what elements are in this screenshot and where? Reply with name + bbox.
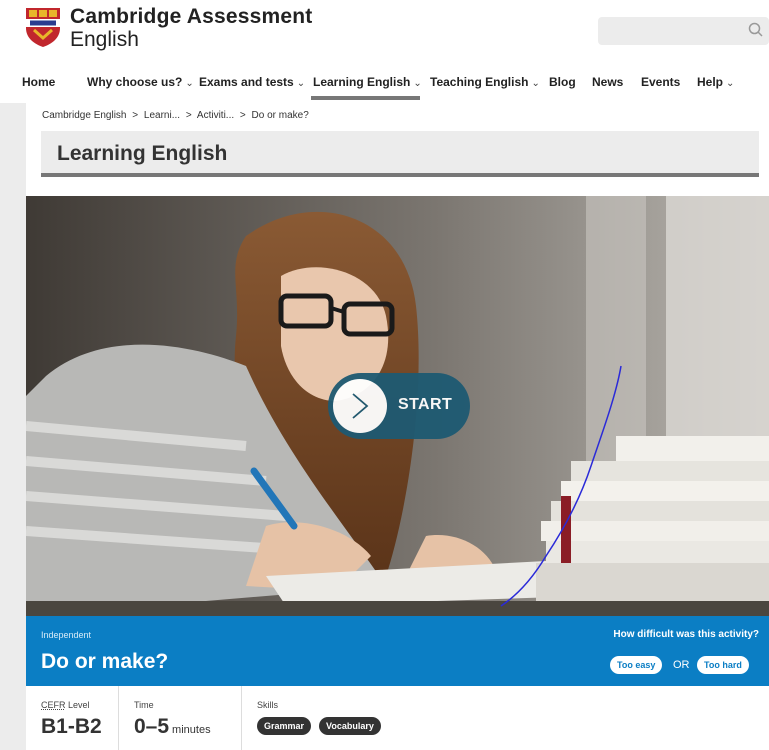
search-input[interactable] xyxy=(598,17,769,45)
hero-image[interactable]: START xyxy=(26,196,769,616)
too-easy-button[interactable]: Too easy xyxy=(610,656,663,674)
chevron-down-icon: ⌄ xyxy=(296,78,306,89)
start-circle xyxy=(333,379,387,433)
skill-tag-grammar[interactable]: Grammar xyxy=(257,717,312,735)
start-button[interactable]: START xyxy=(328,373,470,439)
cefr-value: B1-B2 xyxy=(41,715,102,738)
start-label: START xyxy=(398,396,453,413)
nav-events[interactable]: Events xyxy=(641,74,680,100)
nav-active-indicator xyxy=(311,96,420,100)
nav-why-choose-us[interactable]: Why choose us? ⌄ xyxy=(87,74,194,100)
site-logo[interactable]: Cambridge Assessment English xyxy=(24,6,312,50)
chevron-down-icon: ⌄ xyxy=(531,78,540,89)
cefr-level: CEFR Level B1-B2 xyxy=(26,686,119,750)
nav-exams-and-tests[interactable]: Exams and tests ⌄ xyxy=(199,74,305,100)
too-hard-button[interactable]: Too hard xyxy=(697,656,749,674)
nav-help[interactable]: Help ⌄ xyxy=(697,74,734,100)
skill-tag-vocabulary[interactable]: Vocabulary xyxy=(319,717,381,735)
activity-meta: CEFR Level B1-B2 Time 0–5 minutes Skills … xyxy=(26,686,769,750)
breadcrumb-link[interactable]: Cambridge English xyxy=(42,110,127,121)
section-header: Learning English xyxy=(41,131,759,177)
breadcrumb: Cambridge English > Learni... > Activiti… xyxy=(42,110,309,121)
breadcrumb-link[interactable]: Activiti... xyxy=(197,110,234,121)
nav-home[interactable]: Home xyxy=(22,74,55,100)
cambridge-shield-icon xyxy=(26,8,60,47)
activity-title: Do or make? xyxy=(41,650,169,673)
breadcrumb-link[interactable]: Learni... xyxy=(144,110,180,121)
difficulty-question: How difficult was this activity? xyxy=(613,629,759,640)
breadcrumb-current: Do or make? xyxy=(251,110,309,121)
logo-subtitle: English xyxy=(70,28,139,51)
cefr-abbr: CEFR xyxy=(41,700,66,710)
or-label: OR xyxy=(673,659,690,671)
nav-teaching-english[interactable]: Teaching English ⌄ xyxy=(430,74,540,100)
time-value: 0–5 minutes xyxy=(134,715,211,738)
search-icon[interactable] xyxy=(747,21,765,39)
activity-band: Independent Do or make? How difficult wa… xyxy=(26,616,769,686)
chevron-down-icon: ⌄ xyxy=(185,78,194,89)
nav-news[interactable]: News xyxy=(592,74,623,100)
time: Time 0–5 minutes xyxy=(119,686,242,750)
chevron-down-icon: ⌄ xyxy=(726,78,735,89)
chevron-down-icon: ⌄ xyxy=(413,78,422,89)
activity-level: Independent xyxy=(41,630,92,640)
skills: Skills Grammar Vocabulary xyxy=(242,686,769,750)
chevron-right-icon xyxy=(352,393,369,419)
logo-title: Cambridge Assessment xyxy=(70,5,313,28)
section-title: Learning English xyxy=(57,142,228,165)
left-gutter xyxy=(0,103,26,750)
nav-blog[interactable]: Blog xyxy=(549,74,576,100)
